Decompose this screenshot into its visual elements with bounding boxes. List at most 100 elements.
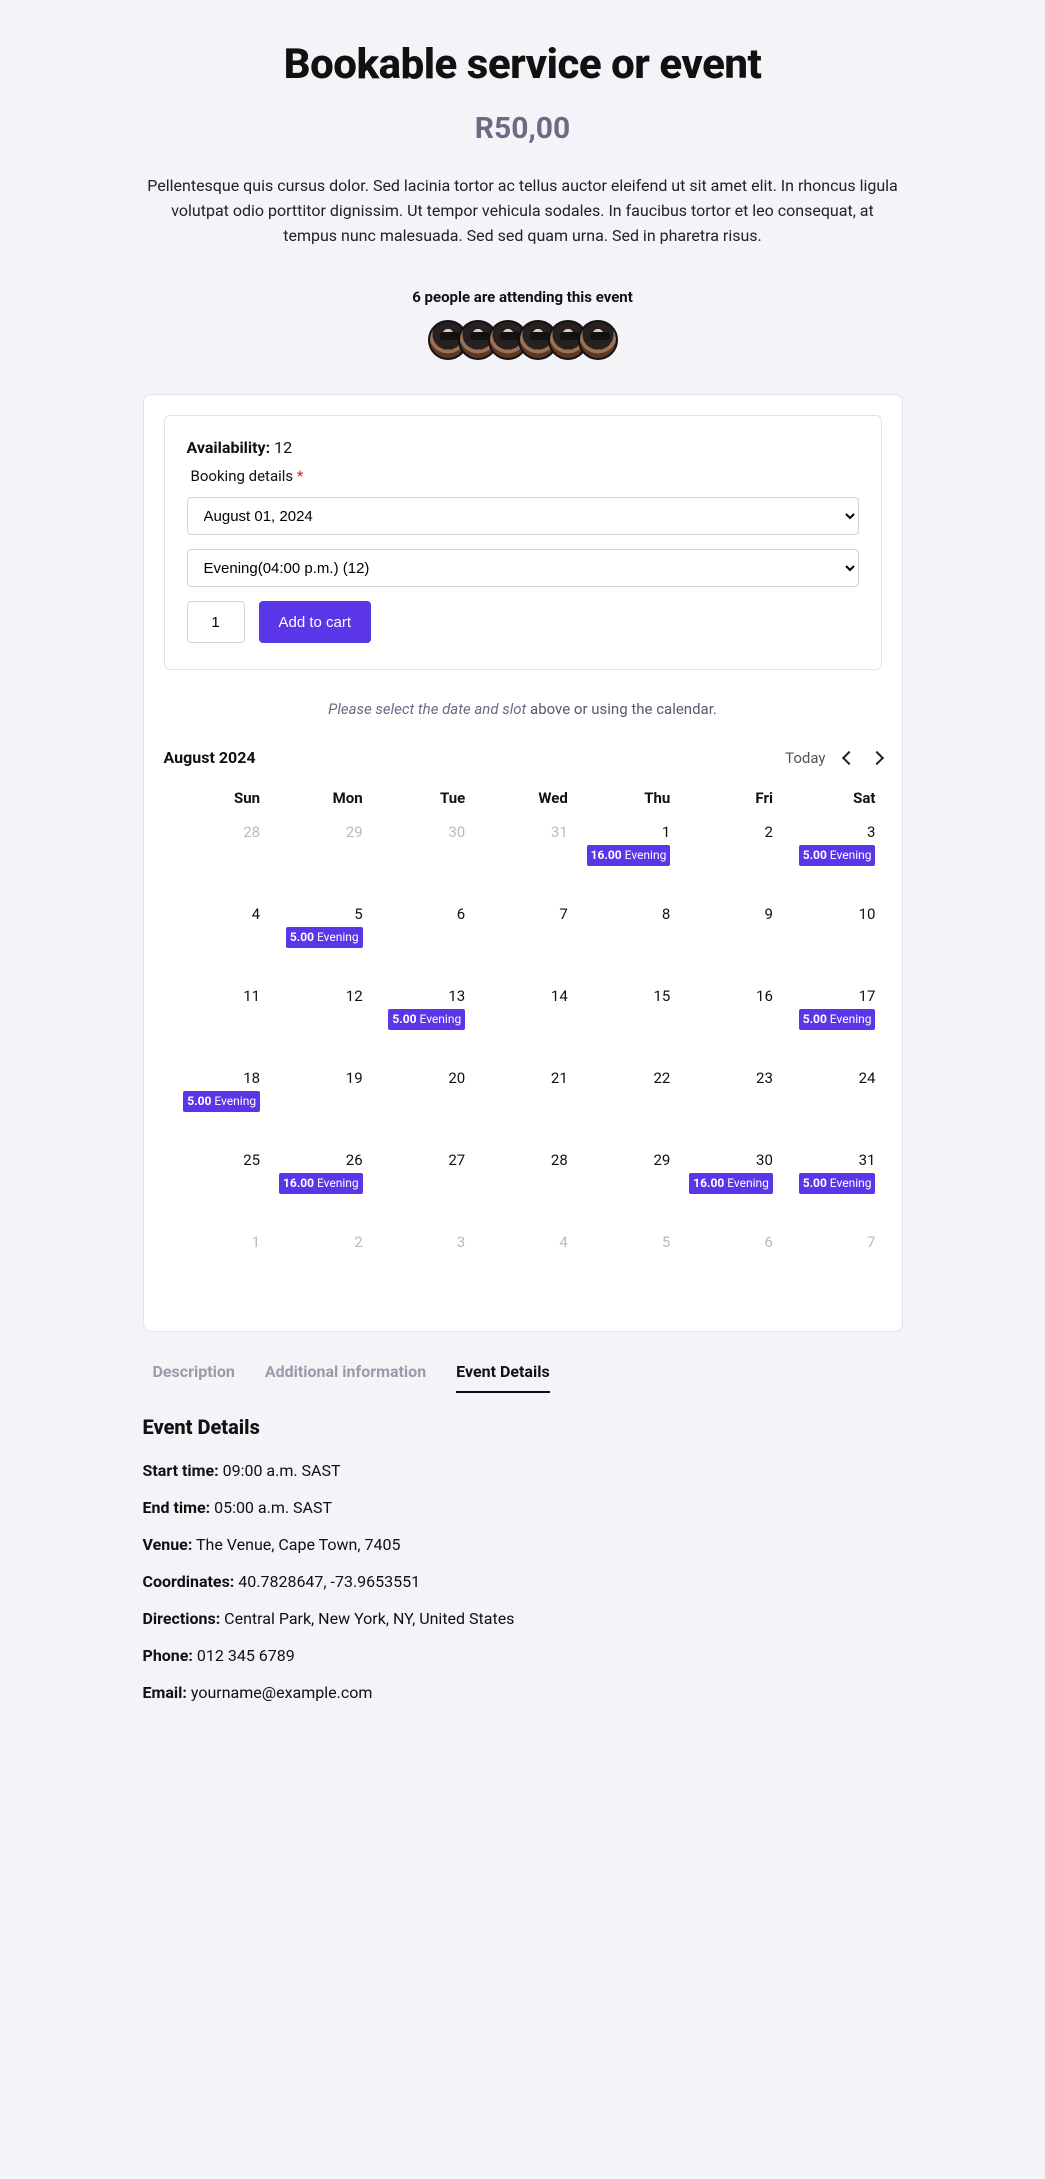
calendar-cell[interactable]: 3016.00 Evening: [676, 1147, 779, 1229]
calendar-cell[interactable]: 3 5.00 Evening: [779, 819, 882, 901]
calendar-event-pill[interactable]: 5.00 Evening: [286, 927, 363, 948]
event-detail-label: Venue:: [143, 1535, 193, 1554]
calendar-cell[interactable]: 315.00 Evening: [779, 1147, 882, 1229]
calendar-cell[interactable]: 6: [369, 901, 472, 983]
calendar-cell[interactable]: 19: [266, 1065, 369, 1147]
calendar-cell[interactable]: 25: [164, 1147, 267, 1229]
calendar-cell: 28: [164, 819, 267, 901]
calendar-day-number: 9: [682, 905, 773, 923]
calendar-cell[interactable]: 4: [164, 901, 267, 983]
slot-select[interactable]: Evening(04:00 p.m.) (12): [187, 549, 859, 587]
event-detail-row: Email: yourname@example.com: [143, 1683, 903, 1702]
calendar-dow: Sat: [779, 783, 882, 819]
today-button[interactable]: Today: [785, 749, 825, 767]
calendar-cell[interactable]: 21: [471, 1065, 574, 1147]
date-select[interactable]: August 01, 2024: [187, 497, 859, 535]
calendar-cell: 6: [676, 1229, 779, 1311]
calendar-next-icon[interactable]: [869, 751, 883, 765]
calendar-day-number: 28: [477, 1151, 568, 1169]
booking-form: Availability: 12 Booking details * Augus…: [164, 415, 882, 670]
calendar-cell[interactable]: 24: [779, 1065, 882, 1147]
calendar-cell[interactable]: 2: [676, 819, 779, 901]
calendar-event-pill[interactable]: 16.00 Evening: [689, 1173, 773, 1194]
avatar: [578, 320, 618, 360]
calendar-day-number: 29: [580, 1151, 671, 1169]
calendar-cell[interactable]: 14: [471, 983, 574, 1065]
event-detail-label: Phone:: [143, 1646, 193, 1665]
calendar-cell[interactable]: 16: [676, 983, 779, 1065]
calendar-cell[interactable]: 55.00 Evening: [266, 901, 369, 983]
calendar-event-pill[interactable]: 5.00 Evening: [799, 1173, 876, 1194]
calendar-cell[interactable]: 10: [779, 901, 882, 983]
event-detail-value: yourname@example.com: [191, 1683, 373, 1702]
tab-event-details[interactable]: Event Details: [456, 1362, 550, 1393]
calendar-cell[interactable]: 9: [676, 901, 779, 983]
calendar-dow: Sun: [164, 783, 267, 819]
calendar-event-pill[interactable]: 5.00 Evening: [388, 1009, 465, 1030]
calendar-hint: Please select the date and slot above or…: [164, 700, 882, 718]
calendar-day-number: 6: [375, 905, 466, 923]
calendar-dow: Thu: [574, 783, 677, 819]
calendar-cell[interactable]: 17 5.00 Evening: [779, 983, 882, 1065]
calendar-day-number: 7: [785, 1233, 876, 1251]
calendar-day-number: 11: [170, 987, 261, 1005]
calendar-day-number: 8: [580, 905, 671, 923]
calendar-event-pill[interactable]: 16.00 Evening: [587, 845, 671, 866]
calendar-day-number: 17: [785, 987, 876, 1005]
calendar-event-pill[interactable]: 5.00 Evening: [183, 1091, 260, 1112]
calendar-cell[interactable]: 28: [471, 1147, 574, 1229]
calendar-dow: Tue: [369, 783, 472, 819]
calendar-dow: Fri: [676, 783, 779, 819]
calendar-cell[interactable]: 27: [369, 1147, 472, 1229]
event-details-heading: Event Details: [143, 1415, 903, 1439]
event-detail-value: Central Park, New York, NY, United State…: [224, 1609, 514, 1628]
calendar-day-number: 19: [272, 1069, 363, 1087]
calendar-day-number: 4: [170, 905, 261, 923]
calendar-cell[interactable]: 20: [369, 1065, 472, 1147]
calendar-cell[interactable]: 15: [574, 983, 677, 1065]
calendar-cell[interactable]: 185.00 Evening: [164, 1065, 267, 1147]
calendar-cell[interactable]: 8: [574, 901, 677, 983]
calendar-day-number: 10: [785, 905, 876, 923]
calendar-cell: 5: [574, 1229, 677, 1311]
event-detail-row: End time: 05:00 a.m. SAST: [143, 1498, 903, 1517]
calendar-day-number: 3: [785, 823, 876, 841]
event-detail-row: Coordinates: 40.7828647, -73.9653551: [143, 1572, 903, 1591]
event-detail-label: Directions:: [143, 1609, 221, 1628]
calendar-cell[interactable]: 135.00 Evening: [369, 983, 472, 1065]
calendar-event-pill[interactable]: 16.00 Evening: [279, 1173, 363, 1194]
calendar-prev-icon[interactable]: [841, 751, 855, 765]
calendar-day-number: 20: [375, 1069, 466, 1087]
tab-additional[interactable]: Additional information: [265, 1362, 426, 1393]
calendar-cell[interactable]: 116.00 Evening: [574, 819, 677, 901]
page-title: Bookable service or event: [143, 40, 903, 89]
calendar-cell[interactable]: 7: [471, 901, 574, 983]
booking-details-label: Booking details *: [191, 467, 859, 485]
event-detail-row: Phone: 012 345 6789: [143, 1646, 903, 1665]
calendar-cell[interactable]: 11: [164, 983, 267, 1065]
event-detail-label: End time:: [143, 1498, 211, 1517]
calendar-dow: Wed: [471, 783, 574, 819]
calendar-cell[interactable]: 22: [574, 1065, 677, 1147]
calendar-day-number: 3: [375, 1233, 466, 1251]
event-detail-label: Coordinates:: [143, 1572, 235, 1591]
calendar-cell: 1: [164, 1229, 267, 1311]
calendar-day-number: 26: [272, 1151, 363, 1169]
calendar-event-pill[interactable]: 5.00 Evening: [799, 1009, 876, 1030]
calendar-day-number: 2: [682, 823, 773, 841]
calendar-hint-emph: Please select the date and slot: [328, 700, 526, 718]
calendar-day-number: 24: [785, 1069, 876, 1087]
calendar-cell[interactable]: 26 16.00 Evening: [266, 1147, 369, 1229]
event-detail-value: 05:00 a.m. SAST: [214, 1498, 332, 1517]
tab-description[interactable]: Description: [153, 1362, 235, 1393]
quantity-input[interactable]: [187, 601, 245, 643]
calendar-cell[interactable]: 23: [676, 1065, 779, 1147]
calendar-day-number: 6: [682, 1233, 773, 1251]
event-detail-label: Start time:: [143, 1461, 219, 1480]
calendar-cell[interactable]: 29: [574, 1147, 677, 1229]
event-details-section: Event Details Start time: 09:00 a.m. SAS…: [143, 1415, 903, 1702]
calendar-cell[interactable]: 12: [266, 983, 369, 1065]
add-to-cart-button[interactable]: Add to cart: [259, 601, 372, 643]
tabs: Description Additional information Event…: [153, 1362, 903, 1393]
calendar-event-pill[interactable]: 5.00 Evening: [799, 845, 876, 866]
